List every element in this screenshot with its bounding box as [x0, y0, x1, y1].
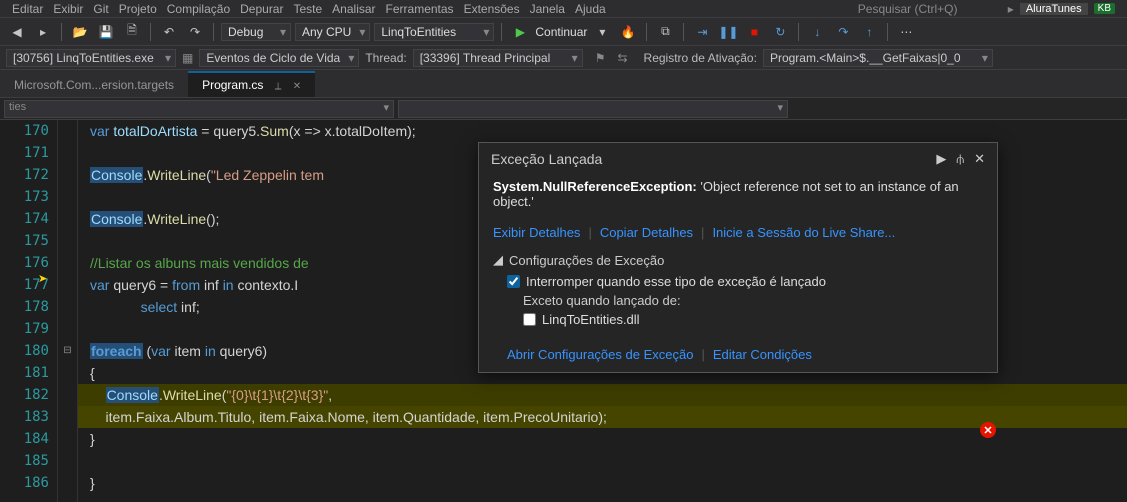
save-all-icon[interactable]: 🗎: [121, 21, 143, 43]
badge-icon: KB: [1094, 3, 1115, 14]
step-into-icon[interactable]: ↓: [806, 21, 828, 43]
exception-message: System.NullReferenceException: 'Object r…: [479, 175, 997, 219]
tab-program-cs[interactable]: Program.cs ⟂ ✕: [188, 71, 315, 97]
nav-fwd-icon[interactable]: ▸: [32, 21, 54, 43]
filter-bar: ties: [0, 98, 1127, 120]
platform-dropdown[interactable]: Any CPU: [295, 23, 370, 41]
menu-janela[interactable]: Janela: [530, 2, 565, 16]
browser-icon[interactable]: ⧉: [654, 21, 676, 43]
popup-close-icon[interactable]: ✕: [974, 151, 985, 167]
menu-ajuda[interactable]: Ajuda: [575, 2, 606, 16]
lifecycle-dropdown[interactable]: Eventos de Ciclo de Vida: [199, 49, 359, 67]
menu-projeto[interactable]: Projeto: [119, 2, 157, 16]
error-badge-icon[interactable]: ✕: [980, 422, 996, 438]
fold-gutter: ⊟: [58, 120, 78, 502]
link-open-settings[interactable]: Abrir Configurações de Exceção: [507, 347, 693, 362]
thread-label: Thread:: [365, 51, 406, 65]
menu-compilacao[interactable]: Compilação: [167, 2, 230, 16]
menu-depurar[interactable]: Depurar: [240, 2, 283, 16]
menu-ferramentas[interactable]: Ferramentas: [386, 2, 454, 16]
continue-button[interactable]: Continuar: [535, 25, 587, 39]
nav-back-icon[interactable]: ◀: [6, 21, 28, 43]
chk-break-on-throw[interactable]: Interromper quando esse tipo de exceção …: [507, 272, 983, 291]
restart-icon[interactable]: ↻: [769, 21, 791, 43]
menu-extensoes[interactable]: Extensões: [464, 2, 520, 16]
menu-git[interactable]: Git: [93, 2, 108, 16]
config-dropdown[interactable]: Debug: [221, 23, 291, 41]
link-edit-conditions[interactable]: Editar Condições: [713, 347, 812, 362]
except-from-label: Exceto quando lançado de:: [523, 291, 983, 310]
play-icon[interactable]: ▶: [509, 21, 531, 43]
menu-exibir[interactable]: Exibir: [53, 2, 83, 16]
popup-pin-icon[interactable]: ⫛: [956, 151, 964, 167]
debug-toolbar: [30756] LinqToEntities.exe ▦ Eventos de …: [0, 46, 1127, 70]
startup-project-dropdown[interactable]: LinqToEntities: [374, 23, 494, 41]
exception-settings-header[interactable]: ◢ Configurações de Exceção: [493, 252, 983, 268]
link-liveshare[interactable]: Inicie a Sessão do Live Share...: [712, 225, 895, 240]
search-input[interactable]: Pesquisar (Ctrl+Q): [852, 2, 1002, 16]
step-icon-1[interactable]: ⇥: [691, 21, 713, 43]
line-number-gutter: 170 171 172 173 174 175 176 177 178 179 …: [0, 120, 58, 502]
stop-icon[interactable]: ■: [743, 21, 765, 43]
lifecycle-icon[interactable]: ▦: [182, 51, 193, 65]
pin-icon[interactable]: ⟂: [275, 81, 282, 92]
link-copy-details[interactable]: Copiar Detalhes: [600, 225, 693, 240]
thread-dropdown[interactable]: [33396] Thread Principal: [413, 49, 583, 67]
app-label: AluraTunes: [1020, 3, 1088, 15]
pause-icon[interactable]: ❚❚: [717, 21, 739, 43]
tab-targets[interactable]: Microsoft.Com...ersion.targets: [0, 73, 188, 97]
scope-dropdown-left[interactable]: ties: [4, 100, 394, 118]
step-over-icon[interactable]: ↷: [832, 21, 854, 43]
popup-play-icon[interactable]: ▶: [936, 151, 946, 167]
exec-arrow-icon: ➤: [38, 272, 47, 285]
tab-bar: Microsoft.Com...ersion.targets Program.c…: [0, 70, 1127, 98]
continue-dropdown-icon[interactable]: ▾: [591, 21, 613, 43]
menu-editar[interactable]: Editar: [12, 2, 43, 16]
menu-teste[interactable]: Teste: [293, 2, 322, 16]
stackframe-dropdown[interactable]: Program.<Main>$.__GetFaixas|0_0: [763, 49, 993, 67]
extra-icon-1[interactable]: ⋯: [895, 21, 917, 43]
search-icon[interactable]: ▸: [1008, 2, 1014, 16]
process-dropdown[interactable]: [30756] LinqToEntities.exe: [6, 49, 176, 67]
redo-icon[interactable]: ↷: [184, 21, 206, 43]
scope-dropdown-mid[interactable]: [398, 100, 788, 118]
chk-dll[interactable]: LinqToEntities.dll: [523, 310, 983, 329]
open-icon[interactable]: 📂: [69, 21, 91, 43]
flag-icon[interactable]: ⚑: [595, 51, 606, 65]
main-toolbar: ◀ ▸ 📂 💾 🗎 ↶ ↷ Debug Any CPU LinqToEntiti…: [0, 18, 1127, 46]
exception-popup: Exceção Lançada ▶ ⫛ ✕ System.NullReferen…: [478, 142, 998, 373]
stack-label: Registro de Ativação:: [644, 51, 757, 65]
menubar: Editar Exibir Git Projeto Compilação Dep…: [0, 0, 1127, 18]
nav-icon[interactable]: ⇆: [617, 51, 627, 65]
hot-reload-icon[interactable]: 🔥: [617, 21, 639, 43]
step-out-icon[interactable]: ↑: [858, 21, 880, 43]
chevron-down-icon: ◢: [493, 252, 503, 268]
close-icon[interactable]: ✕: [293, 81, 301, 92]
save-icon[interactable]: 💾: [95, 21, 117, 43]
undo-icon[interactable]: ↶: [158, 21, 180, 43]
menu-analisar[interactable]: Analisar: [332, 2, 375, 16]
link-show-details[interactable]: Exibir Detalhes: [493, 225, 580, 240]
exception-title: Exceção Lançada: [491, 151, 602, 167]
